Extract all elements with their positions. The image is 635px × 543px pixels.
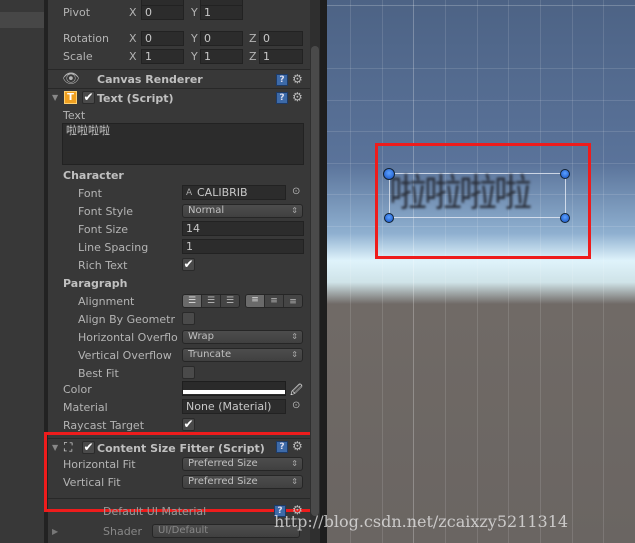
vertical-overflow-dropdown[interactable]: Truncate ⇕	[182, 348, 303, 362]
divider	[48, 498, 310, 499]
raycast-target-label: Raycast Target	[63, 419, 145, 432]
axis-x-label: X	[129, 50, 137, 63]
align-middle-icon[interactable]: ≡	[264, 295, 283, 307]
align-geometry-checkbox[interactable]	[182, 312, 195, 325]
scale-z-field[interactable]: 1	[259, 49, 303, 64]
scale-x-field[interactable]: 1	[141, 49, 184, 64]
content-size-fitter-highlight	[44, 432, 316, 512]
axis-y-label: Y	[191, 6, 198, 19]
axis-x-label: X	[129, 32, 137, 45]
panel-gap	[320, 0, 327, 543]
horizontal-overflow-label: Horizontal Overflo	[78, 331, 178, 344]
hierarchy-panel	[0, 0, 45, 543]
align-geometry-label: Align By Geometr	[78, 313, 175, 326]
font-asset-icon: A	[186, 188, 193, 198]
font-value: CALIBRIB	[197, 186, 248, 199]
axis-z-label: Z	[249, 32, 257, 45]
horizontal-overflow-dropdown[interactable]: Wrap ⇕	[182, 330, 303, 344]
dropdown-arrow-icon: ⇕	[291, 206, 298, 215]
material-field[interactable]: None (Material)	[182, 399, 286, 414]
vertical-overflow-label: Vertical Overflow	[78, 349, 172, 362]
shader-value: UI/Default	[158, 525, 209, 536]
horizontal-overflow-value: Wrap	[188, 331, 215, 342]
help-icon[interactable]: ?	[276, 74, 288, 86]
axis-x-label: X	[129, 6, 137, 19]
line-spacing-field[interactable]: 1	[182, 239, 304, 254]
scale-label: Scale	[63, 50, 93, 63]
line-spacing-label: Line Spacing	[78, 241, 149, 254]
horizontal-alignment-group: ☰ ☰ ☰	[182, 294, 240, 308]
pivot-x-field[interactable]: 0	[141, 5, 184, 20]
color-swatch	[183, 390, 285, 394]
pivot-label: Pivot	[63, 6, 91, 19]
font-size-label: Font Size	[78, 223, 129, 236]
best-fit-checkbox[interactable]	[182, 366, 195, 379]
scene-view[interactable]: 啦啦啦啦	[327, 0, 635, 543]
raycast-target-checkbox[interactable]: ✔	[182, 418, 195, 431]
object-picker-icon[interactable]: ⊙	[292, 400, 300, 411]
rich-text-checkbox[interactable]: ✔	[182, 258, 195, 271]
collapse-arrow-icon[interactable]: ▼	[52, 93, 58, 102]
scene-text-highlight	[375, 143, 591, 259]
rotation-label: Rotation	[63, 32, 110, 45]
alignment-label: Alignment	[78, 295, 135, 308]
rotation-y-field[interactable]: 0	[200, 31, 243, 46]
dropdown-arrow-icon: ⇕	[291, 350, 298, 359]
help-icon[interactable]: ?	[276, 92, 288, 104]
object-picker-icon[interactable]: ⊙	[292, 186, 300, 197]
text-area[interactable]: 啦啦啦啦	[62, 123, 304, 165]
vertical-overflow-value: Truncate	[188, 349, 232, 360]
pivot-y-field[interactable]: 1	[200, 5, 243, 20]
text-enabled-checkbox[interactable]: ✔	[82, 91, 95, 104]
align-center-icon[interactable]: ☰	[201, 295, 220, 307]
font-label: Font	[78, 187, 102, 200]
material-label: Material	[63, 401, 108, 414]
align-top-icon[interactable]: ≡	[246, 295, 264, 307]
align-bottom-icon[interactable]: ≡	[283, 295, 302, 307]
axis-y-label: Y	[191, 50, 198, 63]
divider	[48, 88, 310, 89]
font-style-dropdown[interactable]: Normal ⇕	[182, 204, 303, 218]
dropdown-arrow-icon: ⇕	[291, 332, 298, 341]
material-section-title[interactable]: Default UI Material	[103, 505, 206, 518]
expand-arrow-icon[interactable]: ▶	[52, 527, 58, 536]
axis-z-label: Z	[249, 50, 257, 63]
gear-icon[interactable]: ⚙	[292, 72, 303, 86]
hierarchy-selected-row[interactable]	[0, 12, 45, 28]
eyedropper-icon[interactable]: 🖉	[290, 381, 303, 402]
divider	[48, 69, 310, 70]
vertical-alignment-group: ≡ ≡ ≡	[245, 294, 303, 308]
font-style-value: Normal	[188, 205, 225, 216]
character-heading: Character	[63, 169, 124, 182]
align-right-icon[interactable]: ☰	[220, 295, 239, 307]
best-fit-label: Best Fit	[78, 367, 119, 380]
paragraph-heading: Paragraph	[63, 277, 128, 290]
text-component-icon: T	[64, 91, 77, 104]
watermark: http://blog.csdn.net/zcaixzy5211314	[274, 512, 569, 531]
eye-icon: 👁	[62, 71, 80, 87]
align-left-icon[interactable]: ☰	[183, 295, 201, 307]
color-field[interactable]	[182, 381, 286, 396]
font-style-label: Font Style	[78, 205, 134, 218]
rich-text-label: Rich Text	[78, 259, 128, 272]
font-field[interactable]: A CALIBRIB	[182, 185, 286, 200]
rotation-x-field[interactable]: 0	[141, 31, 184, 46]
scrollbar-thumb[interactable]	[311, 46, 319, 516]
scale-y-field[interactable]: 1	[200, 49, 243, 64]
gear-icon[interactable]: ⚙	[292, 90, 303, 104]
rotation-z-field[interactable]: 0	[259, 31, 303, 46]
font-size-field[interactable]: 14	[182, 221, 304, 236]
shader-label: Shader	[103, 525, 142, 538]
canvas-renderer-title[interactable]: Canvas Renderer	[97, 73, 203, 86]
text-script-title[interactable]: Text (Script)	[97, 92, 174, 105]
color-label: Color	[63, 383, 92, 396]
axis-y-label: Y	[191, 32, 198, 45]
text-label: Text	[63, 109, 86, 122]
